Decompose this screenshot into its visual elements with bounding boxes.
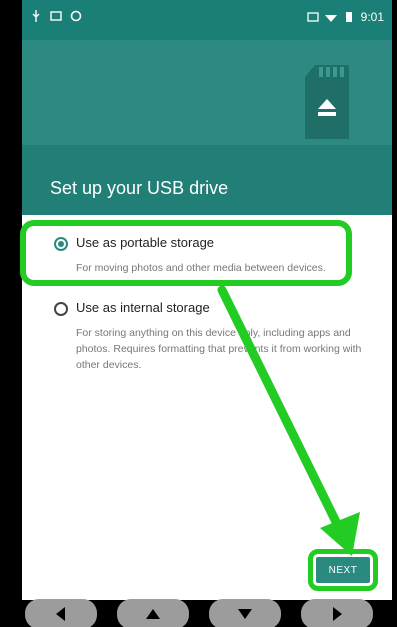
nav-left-button[interactable] (24, 598, 97, 627)
nav-down-button[interactable] (208, 598, 281, 627)
portable-storage-highlight (20, 220, 352, 286)
navigation-bar (0, 598, 397, 627)
right-arrow-icon (332, 606, 342, 621)
left-arrow-icon (55, 606, 65, 621)
setup-screen: 9:01 Set up your USB drive Use as portab… (22, 0, 392, 600)
down-arrow-icon (237, 608, 252, 619)
nav-up-button[interactable] (116, 598, 189, 627)
up-arrow-icon (145, 608, 160, 619)
nav-right-button[interactable] (300, 598, 373, 627)
pointer-arrow-icon (217, 285, 360, 556)
